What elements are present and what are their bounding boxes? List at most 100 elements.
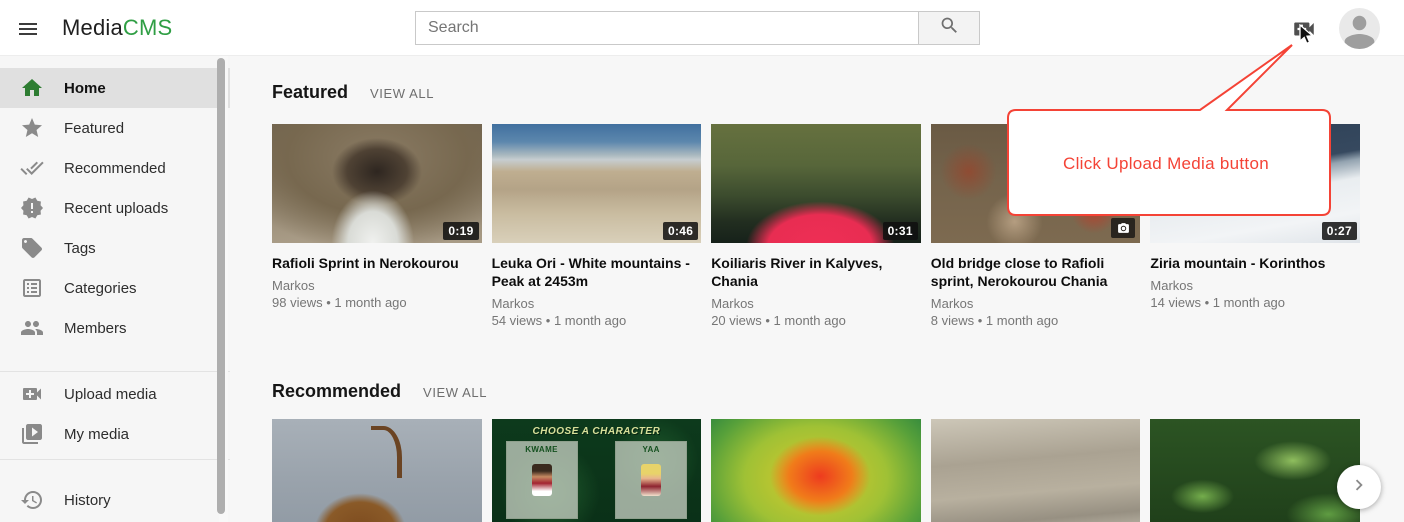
featured-cards-row: 0:19Rafioli Sprint in NerokourouMarkos98… bbox=[272, 124, 1360, 329]
media-card[interactable]: 0:31 Koiliaris River in Kalyves, Chania Ma… bbox=[711, 124, 921, 329]
sidebar-item-members[interactable]: Members bbox=[0, 308, 230, 348]
sidebar-item-tags[interactable]: Tags bbox=[0, 228, 230, 268]
logo-text-media: Media bbox=[62, 15, 123, 40]
media-author[interactable]: Markos bbox=[1150, 277, 1360, 294]
sidebar-item-label: History bbox=[64, 492, 111, 509]
sidebar-item-recommended[interactable]: Recommended bbox=[0, 148, 230, 188]
media-card[interactable] bbox=[272, 419, 482, 522]
media-views-meta: 54 views • 1 month ago bbox=[492, 312, 702, 329]
search-input[interactable] bbox=[415, 11, 918, 45]
chevron-right-icon bbox=[1348, 474, 1370, 501]
search-bar bbox=[415, 11, 980, 45]
media-thumbnail-river[interactable]: 0:31 bbox=[711, 124, 921, 243]
search-button[interactable] bbox=[918, 11, 980, 45]
sidebar-scrollbar-thumb[interactable] bbox=[217, 58, 225, 514]
video-library-icon bbox=[20, 422, 44, 446]
media-author[interactable]: Markos bbox=[272, 277, 482, 294]
sidebar-scrollbar-track bbox=[219, 56, 228, 522]
media-title[interactable]: Koiliaris River in Kalyves, Chania bbox=[711, 254, 912, 290]
sidebar-item-label: Categories bbox=[64, 280, 137, 297]
sidebar-item-upload-media[interactable]: Upload media bbox=[0, 374, 230, 414]
recommended-section: Recommended VIEW ALL CHOOSE A CHARACTER K… bbox=[272, 381, 1360, 522]
done-all-icon bbox=[20, 156, 44, 180]
thumb-game-character-right bbox=[641, 464, 661, 496]
user-avatar[interactable] bbox=[1339, 8, 1380, 49]
left-sidebar: Home Featured Recommended Recent uploads Tag… bbox=[0, 56, 230, 522]
media-thumbnail-mountain2[interactable] bbox=[931, 419, 1141, 522]
media-author[interactable]: Markos bbox=[711, 295, 921, 312]
mouse-cursor bbox=[1298, 24, 1318, 46]
media-card[interactable] bbox=[931, 419, 1141, 522]
mediacms-logo[interactable]: MediaCMS bbox=[62, 15, 172, 41]
sidebar-item-label: Recommended bbox=[64, 160, 166, 177]
camera-icon bbox=[1111, 218, 1135, 238]
media-thumbnail-waterfall[interactable]: 0:19 bbox=[272, 124, 482, 243]
sidebar-item-label: My media bbox=[64, 426, 129, 443]
media-thumbnail-leaves[interactable] bbox=[1150, 419, 1360, 522]
upload-media-icon bbox=[20, 382, 44, 406]
media-author[interactable]: Markos bbox=[931, 295, 1141, 312]
media-card[interactable]: CHOOSE A CHARACTERKWAMEYAASelectedSelect bbox=[492, 419, 702, 522]
media-thumbnail-bridge[interactable] bbox=[931, 124, 1141, 243]
media-thumbnail-desert[interactable]: 0:46 bbox=[492, 124, 702, 243]
main-content: Featured VIEW ALL 0:19 Rafioli Sprint in … bbox=[230, 56, 1404, 522]
media-title[interactable]: Ziria mountain - Korinthos bbox=[1150, 254, 1351, 272]
media-title[interactable]: Old bridge close to Rafioli sprint, Nero… bbox=[931, 254, 1132, 290]
thumb-game-title: CHOOSE A CHARACTER bbox=[492, 426, 702, 437]
thumb-game-name-right: YAA bbox=[616, 445, 686, 454]
recommended-view-all-link[interactable]: VIEW ALL bbox=[423, 385, 487, 400]
sidebar-item-label: Recent uploads bbox=[64, 200, 168, 217]
categories-icon bbox=[20, 276, 44, 300]
featured-view-all-link[interactable]: VIEW ALL bbox=[370, 86, 434, 101]
sidebar-item-my-media[interactable]: My media bbox=[0, 414, 230, 454]
media-thumbnail-snow[interactable]: 0:27 bbox=[1150, 124, 1360, 243]
media-author[interactable]: Markos bbox=[492, 295, 702, 312]
sidebar-history-list: History bbox=[0, 460, 230, 520]
media-card[interactable]: 0:46 Leuka Ori - White mountains - Peak a… bbox=[492, 124, 702, 329]
media-title[interactable]: Rafioli Sprint in Nerokourou bbox=[272, 254, 473, 272]
media-thumbnail-pumpkin[interactable] bbox=[272, 419, 482, 522]
star-icon bbox=[20, 116, 44, 140]
media-card[interactable]: 0:19 Rafioli Sprint in Nerokourou Markos98… bbox=[272, 124, 482, 329]
sidebar-item-featured[interactable]: Featured bbox=[0, 108, 230, 148]
sidebar-item-categories[interactable]: Categories bbox=[0, 268, 230, 308]
sidebar-media-list: Upload media My media bbox=[0, 372, 230, 454]
duration-badge: 0:46 bbox=[663, 222, 698, 240]
carousel-next-button[interactable] bbox=[1337, 465, 1381, 509]
sidebar-item-label: Tags bbox=[64, 240, 96, 257]
thumb-game-name-left: KWAME bbox=[507, 445, 577, 454]
sidebar-item-history[interactable]: History bbox=[0, 480, 230, 520]
section-title-featured: Featured bbox=[272, 82, 348, 103]
history-icon bbox=[20, 488, 44, 512]
thumb-game-panel-right: YAA bbox=[615, 441, 687, 519]
sidebar-item-recent-uploads[interactable]: Recent uploads bbox=[0, 188, 230, 228]
media-card[interactable]: Old bridge close to Rafioli sprint, Nero… bbox=[931, 124, 1141, 329]
recommended-cards-row: CHOOSE A CHARACTERKWAMEYAASelectedSelect bbox=[272, 419, 1360, 522]
duration-badge: 0:31 bbox=[883, 222, 918, 240]
sidebar-item-label: Home bbox=[64, 80, 106, 97]
sidebar-item-home[interactable]: Home bbox=[0, 68, 230, 108]
media-views-meta: 8 views • 1 month ago bbox=[931, 312, 1141, 329]
top-app-bar: MediaCMS bbox=[0, 0, 1404, 56]
media-card[interactable] bbox=[1150, 419, 1360, 522]
members-icon bbox=[20, 316, 44, 340]
media-thumbnail-abstract[interactable] bbox=[711, 419, 921, 522]
duration-badge: 0:27 bbox=[1322, 222, 1357, 240]
section-title-recommended: Recommended bbox=[272, 381, 401, 402]
duration-badge: 0:19 bbox=[443, 222, 478, 240]
search-icon bbox=[939, 15, 960, 41]
media-views-meta: 98 views • 1 month ago bbox=[272, 294, 482, 311]
hamburger-menu-icon[interactable] bbox=[16, 17, 40, 39]
sidebar-item-label: Members bbox=[64, 320, 127, 337]
media-card[interactable] bbox=[711, 419, 921, 522]
media-thumbnail-game[interactable]: CHOOSE A CHARACTERKWAMEYAASelectedSelect bbox=[492, 419, 702, 522]
thumb-game-character-left bbox=[532, 464, 552, 496]
thumb-game-panel-left: KWAME bbox=[506, 441, 578, 519]
sidebar-main-list: Home Featured Recommended Recent uploads Tag… bbox=[0, 56, 230, 348]
logo-text-cms: CMS bbox=[123, 15, 173, 40]
sidebar-item-label: Upload media bbox=[64, 386, 157, 403]
media-title[interactable]: Leuka Ori - White mountains - Peak at 24… bbox=[492, 254, 693, 290]
media-views-meta: 20 views • 1 month ago bbox=[711, 312, 921, 329]
media-card[interactable]: 0:27Ziria mountain - KorinthosMarkos14 v… bbox=[1150, 124, 1360, 329]
new-releases-icon bbox=[20, 196, 44, 220]
